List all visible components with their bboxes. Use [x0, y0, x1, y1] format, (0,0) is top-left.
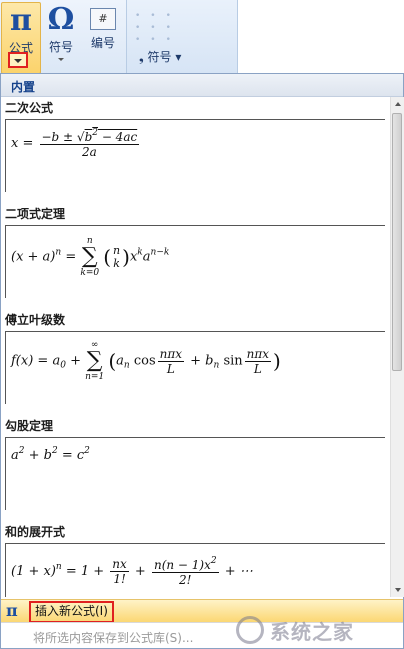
list-item-pythagorean[interactable]: 勾股定理 a2 + b2 = c2: [1, 415, 390, 519]
list-item-taylor[interactable]: 和的展开式 (1 + x)n = 1 + nx 1! + n(n − 1)x2 2!…: [1, 521, 390, 597]
symbol-button[interactable]: Ω 符号: [42, 2, 80, 72]
formula-preview[interactable]: f(x) = a0 + ∞ ∑ n=1 (an cos nπx L + bn sin nπ…: [5, 331, 385, 404]
gallery-header: 内置: [1, 74, 403, 97]
ribbon-group-symbols: ••• ••• ••• ❟ 符号 ▾: [127, 0, 238, 74]
number-icon: #: [90, 8, 116, 30]
list-item-binomial[interactable]: 二项式定理 (x + a)n = n ∑ k=0 (n k)xkan−k: [1, 203, 390, 307]
ribbon-group-tools: π 公式 Ω 符号 # 编号: [0, 0, 127, 74]
gallery-scrollbar[interactable]: [390, 97, 404, 597]
list-item-quadratic[interactable]: 二次公式 x = −b ± √b2 − 4ac 2a: [1, 97, 390, 201]
formula-dropdown-arrow[interactable]: [8, 52, 28, 68]
omega-icon: Ω: [47, 2, 75, 37]
list-item-fourier[interactable]: 傅立叶级数 f(x) = a0 + ∞ ∑ n=1 (an cos nπx L + bn…: [1, 309, 390, 413]
scroll-up-button[interactable]: [392, 98, 403, 110]
gallery-header-label: 内置: [11, 80, 36, 94]
formula-preview[interactable]: x = −b ± √b2 − 4ac 2a: [5, 119, 385, 192]
list-item-title: 二次公式: [5, 101, 54, 115]
chevron-down-icon: [394, 588, 401, 592]
expansion-formula: (1 + x)n = 1 + nx 1! + n(n − 1)x2 2! + ⋯: [11, 556, 253, 587]
symbols-group-label: 符号: [147, 50, 172, 64]
watermark-text: 系统之家: [270, 620, 354, 644]
list-item-title: 傅立叶级数: [5, 313, 66, 327]
binomial-formula: (x + a)n = n ∑ k=0 (n k)xkan−k: [11, 236, 170, 278]
number-button-label: 编号: [90, 36, 115, 50]
chevron-down-icon: [58, 58, 64, 61]
watermark: 系统之家: [232, 610, 402, 648]
number-button[interactable]: # 编号: [84, 2, 122, 72]
chevron-up-icon: [394, 102, 401, 106]
symbol-button-label: 符号: [48, 40, 73, 54]
list-item-title: 和的展开式: [5, 525, 66, 539]
insert-new-formula-label: 插入新公式(I): [29, 601, 114, 623]
pi-icon: π: [10, 3, 32, 38]
formula-preview[interactable]: a2 + b2 = c2: [5, 437, 385, 510]
symbols-group-dropdown[interactable]: ❟ 符号 ▾: [139, 48, 181, 65]
list-item-title: 勾股定理: [5, 419, 54, 433]
watermark-logo-icon: [236, 616, 264, 644]
scroll-down-button[interactable]: [392, 584, 403, 596]
formula-preview[interactable]: (1 + x)n = 1 + nx 1! + n(n − 1)x2 2! + ⋯: [5, 543, 385, 597]
formula-list: 二次公式 x = −b ± √b2 − 4ac 2a 二项式定理 (x + a)n…: [1, 97, 390, 597]
scrollbar-thumb[interactable]: [392, 113, 402, 371]
formula-gallery: 内置 二次公式 x = −b ± √b2 − 4ac 2a 二项式定理 (x + …: [0, 73, 404, 649]
pythagorean-formula: a2 + b2 = c2: [11, 446, 90, 463]
list-item-title: 二项式定理: [5, 207, 66, 221]
save-to-gallery-label: 将所选内容保存到公式库(S)...: [33, 631, 194, 645]
pi-icon: π: [6, 601, 18, 620]
fourier-formula: f(x) = a0 + ∞ ∑ n=1 (an cos nπx L + bn sin nπ…: [11, 340, 281, 382]
symbol-palette-placeholder: ••• ••• •••: [135, 11, 181, 45]
ribbon: π 公式 Ω 符号 # 编号 ••• ••• ••• ❟ 符号 ▾: [0, 0, 404, 74]
formula-preview[interactable]: (x + a)n = n ∑ k=0 (n k)xkan−k: [5, 225, 385, 298]
chevron-down-icon: [14, 59, 22, 63]
quadratic-formula: x = −b ± √b2 − 4ac 2a: [11, 128, 140, 159]
